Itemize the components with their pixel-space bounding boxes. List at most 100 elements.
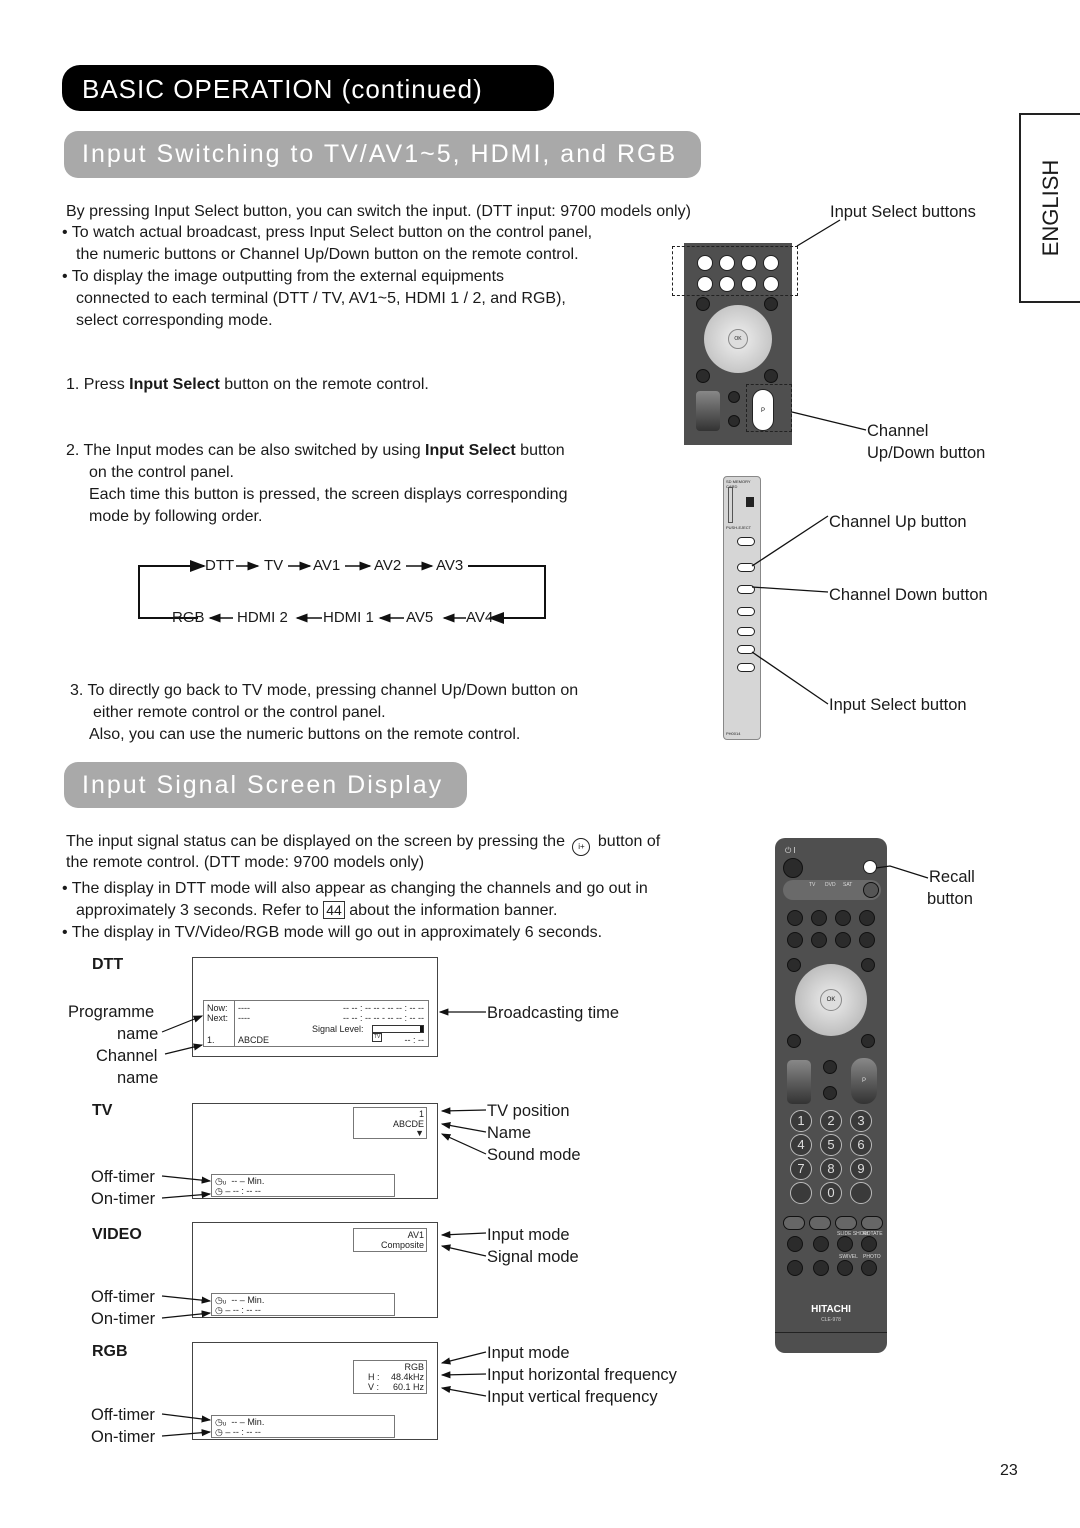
flow-tv: TV xyxy=(264,557,284,574)
language-tab-label: ENGLISH xyxy=(1038,159,1063,257)
function-button-2[interactable] xyxy=(813,1236,829,1252)
function-button-1[interactable] xyxy=(787,1236,803,1252)
tv-heading: TV xyxy=(92,1102,113,1119)
video-heading: VIDEO xyxy=(92,1226,142,1243)
num-4-button[interactable]: 4 xyxy=(790,1134,812,1156)
label-sound-mode: Sound mode xyxy=(487,1146,581,1164)
callout-channel: Channel xyxy=(867,422,929,440)
color-button-3[interactable] xyxy=(835,1216,857,1230)
num-8-button[interactable]: 8 xyxy=(820,1158,842,1180)
function-button-3[interactable] xyxy=(787,1260,803,1276)
swivel-label: SWIVEL xyxy=(839,1254,858,1260)
av2-button[interactable] xyxy=(835,910,851,926)
label-video-input-mode: Input mode xyxy=(487,1226,570,1244)
label-video-on-timer: On-timer xyxy=(91,1310,156,1328)
volume-rocker[interactable] xyxy=(696,391,720,431)
callout-channel-up: Channel Up button xyxy=(829,513,967,531)
s-mode-button[interactable] xyxy=(787,1034,801,1048)
remote-control-full: ⏻ I TV DVD SAT OK P 1 2 3 4 5 6 7 8 9 0 … xyxy=(775,838,887,1353)
p-mode-button[interactable] xyxy=(861,1034,875,1048)
bullet-2-cont2: select corresponding mode. xyxy=(76,312,273,329)
av5-button[interactable] xyxy=(811,932,827,948)
subsection-title-signal-display: Input Signal Screen Display xyxy=(64,762,468,808)
label-tv-off-timer: Off-timer xyxy=(91,1168,155,1186)
num-6-button[interactable]: 6 xyxy=(850,1134,872,1156)
rotate-button[interactable] xyxy=(861,1236,877,1252)
remote-model: CLE-978 xyxy=(821,1317,841,1323)
s-mode-button[interactable] xyxy=(696,369,710,383)
num-2-button[interactable]: 2 xyxy=(820,1110,842,1132)
hdmi-button[interactable] xyxy=(835,932,851,948)
color-button-4[interactable] xyxy=(861,1216,883,1230)
swivel-button[interactable] xyxy=(837,1260,853,1276)
menu-button[interactable] xyxy=(696,297,710,311)
step-1: 1. Press Input Select button on the remo… xyxy=(66,376,429,393)
step-2: 2. The Input modes can be also switched … xyxy=(66,442,565,459)
av3-button[interactable] xyxy=(859,910,875,926)
ok-button[interactable]: OK xyxy=(820,989,842,1011)
brand-logo: HITACHI xyxy=(811,1304,851,1315)
subtitle-button[interactable] xyxy=(850,1182,872,1204)
sd-card-slot xyxy=(728,487,733,523)
photo-label: PHOTO xyxy=(863,1254,881,1260)
i-ii-button[interactable] xyxy=(823,1060,837,1074)
photo-button[interactable] xyxy=(861,1260,877,1276)
text-button[interactable] xyxy=(790,1182,812,1204)
av4-button[interactable] xyxy=(787,932,803,948)
label-recall-button: button xyxy=(927,890,973,908)
return-button[interactable] xyxy=(861,958,875,972)
mute-button[interactable] xyxy=(823,1086,837,1100)
volume-rocker[interactable] xyxy=(787,1060,811,1104)
i-ii-button[interactable] xyxy=(728,391,740,403)
num-0-button[interactable]: 0 xyxy=(820,1182,842,1204)
label-channel: Channel xyxy=(96,1047,158,1065)
section-header: BASIC OPERATION (continued) xyxy=(62,65,554,111)
flow-dtt: DTT xyxy=(205,557,235,574)
label-tv-on-timer: On-timer xyxy=(91,1190,156,1208)
power-button[interactable] xyxy=(783,858,803,878)
step-2-line2: on the control panel. xyxy=(89,464,234,481)
signal-bullet-2: • The display in TV/Video/RGB mode will … xyxy=(62,924,603,941)
label-h-freq: Input horizontal frequency xyxy=(487,1366,677,1384)
signal-intro-2: the remote control. (DTT mode: 9700 mode… xyxy=(66,854,425,871)
navigation-pad[interactable]: OK xyxy=(795,964,867,1036)
num-3-button[interactable]: 3 xyxy=(850,1110,872,1132)
callout-input-select-button: Input Select button xyxy=(829,696,967,714)
num-5-button[interactable]: 5 xyxy=(820,1134,842,1156)
panel-model-label: PH0014 xyxy=(726,731,741,736)
rgb-button[interactable] xyxy=(859,932,875,948)
label-v-freq: Input vertical frequency xyxy=(487,1388,658,1406)
label-video-off-timer: Off-timer xyxy=(91,1288,155,1306)
remote-divider xyxy=(775,1332,887,1333)
callout-lines-top xyxy=(751,219,867,705)
flow-hdmi2: HDMI 2 xyxy=(237,609,288,626)
callout-input-select-buttons: Input Select buttons xyxy=(830,203,976,221)
mute-button[interactable] xyxy=(728,415,740,427)
label-rgb-off-timer: Off-timer xyxy=(91,1406,155,1424)
color-button-1[interactable] xyxy=(783,1216,805,1230)
label-name: Name xyxy=(487,1124,532,1142)
label-broadcasting-time: Broadcasting time xyxy=(487,1004,620,1022)
slideshow-button[interactable] xyxy=(837,1236,853,1252)
dtt-tv-button[interactable] xyxy=(787,910,803,926)
channel-rocker[interactable]: P xyxy=(851,1058,877,1104)
num-7-button[interactable]: 7 xyxy=(790,1158,812,1180)
label-programme: Programme xyxy=(68,1003,155,1021)
label-signal-mode: Signal mode xyxy=(487,1248,579,1266)
menu-button[interactable] xyxy=(787,958,801,972)
label-rgb-on-timer: On-timer xyxy=(91,1428,156,1446)
label-recall: Recall xyxy=(929,868,975,886)
info-button-icon: i+ xyxy=(572,838,591,856)
flow-av2: AV2 xyxy=(374,557,402,574)
function-button-4[interactable] xyxy=(813,1260,829,1276)
flow-rgb: RGB xyxy=(172,609,205,626)
av1-button[interactable] xyxy=(811,910,827,926)
signal-bullet-1-cont: approximately 3 seconds. Refer to 44 abo… xyxy=(76,901,558,919)
rgb-heading: RGB xyxy=(92,1343,128,1360)
page-number: 23 xyxy=(1000,1462,1018,1479)
color-button-2[interactable] xyxy=(809,1216,831,1230)
num-9-button[interactable]: 9 xyxy=(850,1158,872,1180)
flow-av3: AV3 xyxy=(436,557,464,574)
num-1-button[interactable]: 1 xyxy=(790,1110,812,1132)
page-ref-icon[interactable]: 44 xyxy=(323,901,345,919)
